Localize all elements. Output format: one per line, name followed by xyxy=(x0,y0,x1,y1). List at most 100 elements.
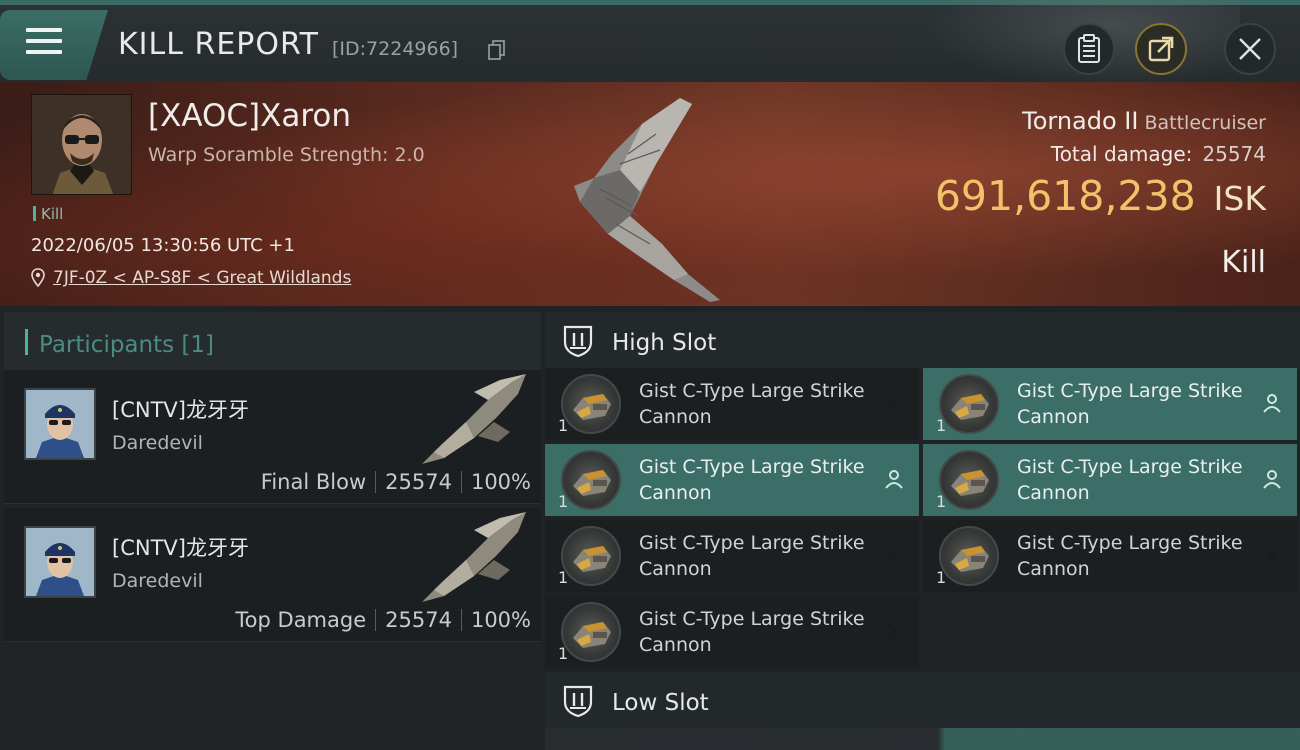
share-button[interactable] xyxy=(1135,23,1187,75)
low-slot-icon xyxy=(563,685,593,718)
module-name: Gist C-Type Large Strike Cannon xyxy=(639,532,865,580)
kill-id: [ID:7224966] xyxy=(332,38,459,60)
header-accent-bar xyxy=(25,329,28,355)
participant-ship: Daredevil xyxy=(112,570,203,592)
participant-percent: 100% xyxy=(470,470,531,494)
kill-datetime: 2022/06/05 13:30:56 UTC +1 xyxy=(31,235,295,256)
victim-ship-image[interactable] xyxy=(560,94,750,306)
isk-value: 691,618,238 ISK xyxy=(935,172,1266,220)
victim-name[interactable]: [XAOC]Xaron xyxy=(148,98,351,134)
module-quantity: 1 xyxy=(558,416,569,435)
total-damage-value: 25574 xyxy=(1202,142,1266,166)
participant-portrait xyxy=(26,528,94,596)
high-slot-label: High Slot xyxy=(612,330,717,356)
fitting-panel: High Slot 1 Gist C-Type Large Strike Cann… xyxy=(541,306,1300,750)
participant-row[interactable]: [CNTV]龙牙牙 Daredevil Final Blow 25574 100% xyxy=(4,370,541,504)
participants-header: Participants [1] xyxy=(4,312,541,370)
module-quantity: 1 xyxy=(558,492,569,511)
participants-title: Participants xyxy=(39,332,175,358)
dropped-person-icon xyxy=(1263,470,1281,489)
dropped-person-icon xyxy=(1263,394,1281,413)
destroyed-x-icon xyxy=(886,623,902,639)
module-name: Gist C-Type Large Strike Cannon xyxy=(639,608,865,656)
module-item[interactable]: 1 Gist C-Type Large Strike Cannon xyxy=(545,368,919,440)
low-slot-modules-partial xyxy=(545,728,1300,750)
module-item[interactable]: 1 Gist C-Type Large Strike Cannon xyxy=(923,368,1297,440)
copy-icon[interactable] xyxy=(488,40,506,60)
result-label: Kill xyxy=(1221,245,1266,280)
clipboard-button[interactable] xyxy=(1063,23,1115,75)
participant-name[interactable]: [CNTV]龙牙牙 xyxy=(112,532,249,562)
low-slot-header: Low Slot xyxy=(545,672,1300,730)
menu-button[interactable] xyxy=(0,10,108,80)
share-icon xyxy=(1148,36,1174,62)
isk-unit: ISK xyxy=(1213,179,1266,218)
participants-label: Participants [1] xyxy=(39,332,214,358)
dropped-person-icon xyxy=(885,470,903,489)
cannon-icon xyxy=(561,374,621,434)
victim-portrait[interactable] xyxy=(31,94,132,195)
isk-amount: 691,618,238 xyxy=(934,172,1196,220)
module-quantity: 1 xyxy=(936,568,947,587)
participant-damage: 25574 xyxy=(385,608,452,632)
participant-stats: Final Blow 25574 100% xyxy=(261,470,531,494)
cannon-icon xyxy=(561,526,621,586)
close-button[interactable] xyxy=(1224,23,1276,75)
module-name: Gist C-Type Large Strike Cannon xyxy=(639,456,865,504)
module-item[interactable]: 1 Gist C-Type Large Strike Cannon xyxy=(923,520,1297,592)
participant-row[interactable]: [CNTV]龙牙牙 Daredevil Top Damage 25574 100% xyxy=(4,508,541,642)
participant-role: Top Damage xyxy=(235,608,367,632)
module-quantity: 1 xyxy=(558,568,569,587)
location-link[interactable]: 7JF-0Z < AP-S8F < Great Wildlands xyxy=(53,268,351,288)
total-damage: Total damage: 25574 xyxy=(1051,142,1266,166)
hamburger-icon xyxy=(26,28,62,61)
cannon-icon xyxy=(939,374,999,434)
high-slot-icon xyxy=(563,325,593,358)
module-name: Gist C-Type Large Strike Cannon xyxy=(1017,380,1243,428)
participant-ship-image[interactable] xyxy=(414,510,530,606)
participant-damage: 25574 xyxy=(385,470,452,494)
ship-class-text: Battlecruiser xyxy=(1144,112,1266,134)
participant-percent: 100% xyxy=(470,608,531,632)
total-damage-label: Total damage: xyxy=(1050,142,1193,166)
location-pin-icon xyxy=(31,268,45,287)
module-item[interactable]: 1 Gist C-Type Large Strike Cannon xyxy=(923,444,1297,516)
avatar xyxy=(24,526,96,598)
module-item[interactable]: 1 Gist C-Type Large Strike Cannon xyxy=(545,596,919,668)
participant-ship: Daredevil xyxy=(112,432,203,454)
module-name: Gist C-Type Large Strike Cannon xyxy=(1017,456,1243,504)
close-icon xyxy=(1239,38,1261,60)
participants-panel: Participants [1] [CNTV]龙牙牙 Daredevil Fin… xyxy=(0,306,541,750)
destroyed-x-icon xyxy=(886,547,902,563)
victim-ship-name: Tornado II Battlecruiser xyxy=(1022,107,1266,135)
cannon-icon xyxy=(561,450,621,510)
avatar xyxy=(32,95,131,194)
participant-role: Final Blow xyxy=(260,470,367,494)
low-slot-label: Low Slot xyxy=(612,690,709,716)
cannon-icon xyxy=(939,526,999,586)
participant-name[interactable]: [CNTV]龙牙牙 xyxy=(112,394,249,424)
clipboard-icon xyxy=(1078,34,1100,63)
participants-count: [1] xyxy=(181,332,215,358)
page-title: KILL REPORT xyxy=(118,27,319,62)
participant-ship-image[interactable] xyxy=(414,372,530,468)
cannon-icon xyxy=(939,450,999,510)
victim-subtitle: Warp Soramble Strength: 2.0 xyxy=(148,144,425,166)
module-name: Gist C-Type Large Strike Cannon xyxy=(639,380,865,428)
cannon-icon xyxy=(561,602,621,662)
ship-name-text[interactable]: Tornado II xyxy=(1022,107,1138,135)
module-quantity: 1 xyxy=(936,416,947,435)
destroyed-x-icon xyxy=(1264,547,1280,563)
destroyed-x-icon xyxy=(886,395,902,411)
module-item[interactable]: 1 Gist C-Type Large Strike Cannon xyxy=(545,520,919,592)
module-name: Gist C-Type Large Strike Cannon xyxy=(1017,532,1243,580)
kill-tag: Kill xyxy=(33,205,63,223)
module-quantity: 1 xyxy=(558,644,569,663)
title-bar: KILL REPORT [ID:7224966] xyxy=(0,0,1300,87)
module-quantity: 1 xyxy=(936,492,947,511)
module-item[interactable]: 1 Gist C-Type Large Strike Cannon xyxy=(545,444,919,516)
participant-portrait xyxy=(26,390,94,458)
participant-stats: Top Damage 25574 100% xyxy=(235,608,531,632)
avatar xyxy=(24,388,96,460)
high-slot-header: High Slot xyxy=(545,312,1300,370)
